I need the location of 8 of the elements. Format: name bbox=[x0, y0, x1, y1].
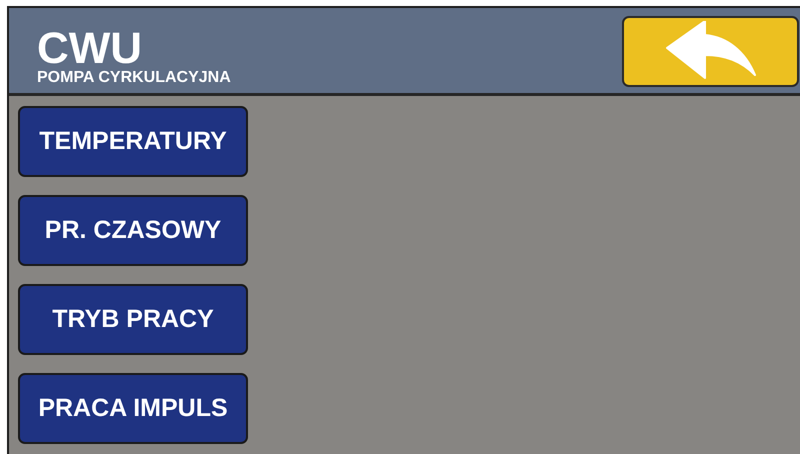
menu-button[interactable]: PR. CZASOWY bbox=[18, 195, 248, 266]
menu-button[interactable]: PRACA IMPULS bbox=[18, 373, 248, 444]
back-button[interactable] bbox=[622, 16, 799, 86]
back-arrow-icon bbox=[664, 21, 756, 81]
screen-title: CWU bbox=[37, 28, 142, 68]
menu-button[interactable]: TEMPERATURY bbox=[18, 106, 248, 177]
screen-subtitle: POMPA CYRKULACYJNA bbox=[37, 68, 231, 86]
menu-button[interactable]: TRYB PRACY bbox=[18, 284, 248, 355]
